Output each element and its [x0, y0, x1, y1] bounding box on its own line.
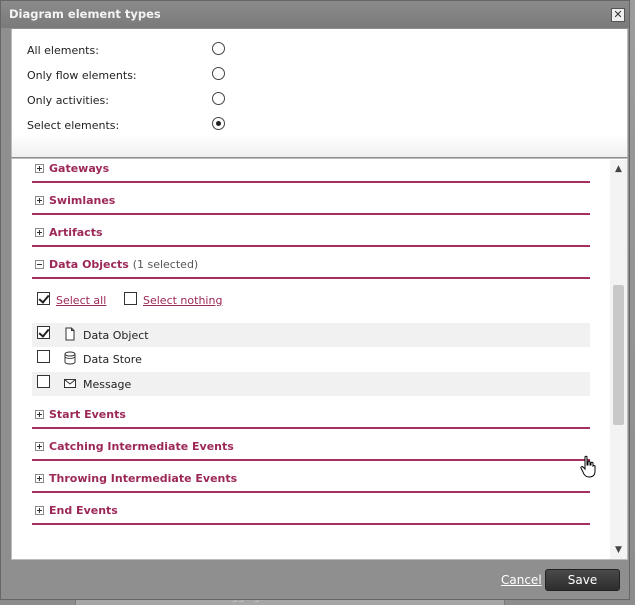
hand-cursor-icon: [580, 455, 596, 478]
all-elements-radio[interactable]: [212, 42, 225, 55]
collapse-icon[interactable]: [35, 260, 44, 269]
expand-icon[interactable]: [35, 506, 44, 515]
document-icon: [65, 327, 75, 341]
list-item-data-object[interactable]: Data Object: [32, 323, 590, 347]
select-elements-radio[interactable]: [212, 117, 225, 130]
expand-icon[interactable]: [35, 410, 44, 419]
select-nothing-link[interactable]: Select nothing: [143, 294, 222, 307]
item-name: Data Object: [83, 329, 149, 342]
cancel-link[interactable]: Cancel: [501, 573, 542, 587]
section-artifacts[interactable]: Artifacts: [32, 223, 590, 247]
section-throwing-intermediate-events[interactable]: Throwing Intermediate Events: [32, 469, 590, 493]
section-title[interactable]: Catching Intermediate Events: [49, 440, 234, 453]
save-button[interactable]: Save: [545, 569, 620, 591]
data-object-checkbox[interactable]: [37, 326, 50, 339]
vertical-scrollbar[interactable]: ▲ ▼: [610, 160, 627, 559]
section-end-events[interactable]: End Events: [32, 501, 590, 525]
database-icon: [64, 351, 76, 365]
expand-icon[interactable]: [35, 474, 44, 483]
section-data-objects[interactable]: Data Objects (1 selected): [32, 255, 590, 279]
diagram-element-types-dialog: Diagram element types ✕ All elements: On…: [0, 0, 630, 600]
section-title-text: Data Objects: [49, 258, 129, 271]
option-all-elements[interactable]: All elements:: [27, 41, 247, 61]
select-all-checkbox[interactable]: [37, 292, 50, 305]
message-checkbox[interactable]: [37, 375, 50, 388]
selection-count: (1 selected): [132, 258, 199, 271]
section-gateways[interactable]: Gateways: [32, 159, 590, 183]
expand-icon[interactable]: [35, 442, 44, 451]
option-label: Only flow elements:: [27, 69, 137, 82]
element-list-panel: Gateways Swimlanes Artifacts Data Object…: [11, 158, 628, 560]
option-label: Only activities:: [27, 94, 109, 107]
section-title[interactable]: Data Objects (1 selected): [49, 258, 198, 271]
section-title[interactable]: Artifacts: [49, 226, 103, 239]
option-label: Select elements:: [27, 119, 120, 132]
section-title[interactable]: Throwing Intermediate Events: [49, 472, 237, 485]
section-title[interactable]: End Events: [49, 504, 118, 517]
close-button[interactable]: ✕: [611, 8, 625, 22]
option-only-flow-elements[interactable]: Only flow elements:: [27, 66, 247, 86]
data-store-checkbox[interactable]: [37, 350, 50, 363]
dialog-titlebar[interactable]: Diagram element types: [1, 1, 629, 28]
expand-icon[interactable]: [35, 228, 44, 237]
section-title[interactable]: Swimlanes: [49, 194, 115, 207]
panel-fade: [12, 135, 627, 157]
only-activities-radio[interactable]: [212, 92, 225, 105]
select-nothing-checkbox[interactable]: [124, 292, 137, 305]
section-start-events[interactable]: Start Events: [32, 405, 590, 429]
envelope-icon: [64, 379, 76, 388]
section-title[interactable]: Start Events: [49, 408, 126, 421]
option-select-elements[interactable]: Select elements:: [27, 116, 247, 136]
select-all-link[interactable]: Select all: [56, 294, 106, 307]
list-item-message[interactable]: Message: [32, 372, 590, 396]
scroll-up-icon[interactable]: ▲: [613, 164, 624, 174]
section-swimlanes[interactable]: Swimlanes: [32, 191, 590, 215]
expand-icon[interactable]: [35, 196, 44, 205]
section-catching-intermediate-events[interactable]: Catching Intermediate Events: [32, 437, 590, 461]
scroll-down-icon[interactable]: ▼: [613, 545, 624, 555]
option-label: All elements:: [27, 44, 99, 57]
expand-icon[interactable]: [35, 164, 44, 173]
item-name: Data Store: [83, 353, 142, 366]
scrollbar-thumb[interactable]: [613, 285, 624, 425]
option-only-activities[interactable]: Only activities:: [27, 91, 247, 111]
item-name: Message: [83, 378, 132, 391]
dialog-title: Diagram element types: [9, 7, 161, 21]
only-flow-elements-radio[interactable]: [212, 67, 225, 80]
section-title[interactable]: Gateways: [49, 162, 109, 175]
filter-options-panel: All elements: Only flow elements: Only a…: [11, 29, 628, 157]
list-item-data-store[interactable]: Data Store: [32, 347, 590, 371]
